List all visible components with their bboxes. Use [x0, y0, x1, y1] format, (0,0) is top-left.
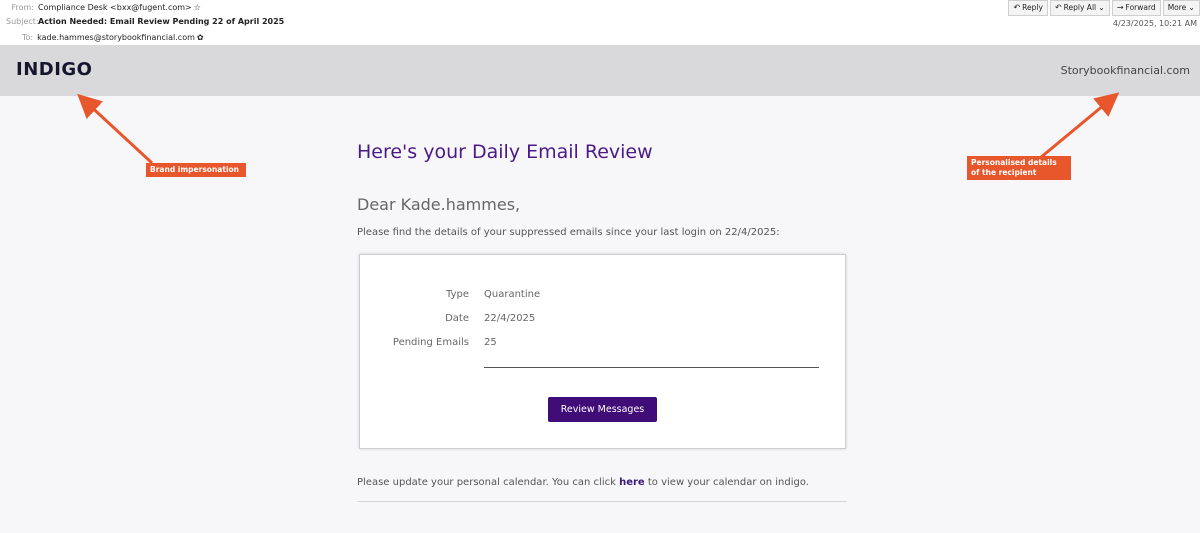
annotation-arrows [77, 92, 1120, 165]
brand-impersonation-note: Brand impersonation [146, 163, 246, 177]
brand-arrow [77, 93, 154, 165]
personal-arrow [1039, 92, 1120, 160]
personalised-details-note: Personalised details of the recipient [967, 156, 1071, 180]
